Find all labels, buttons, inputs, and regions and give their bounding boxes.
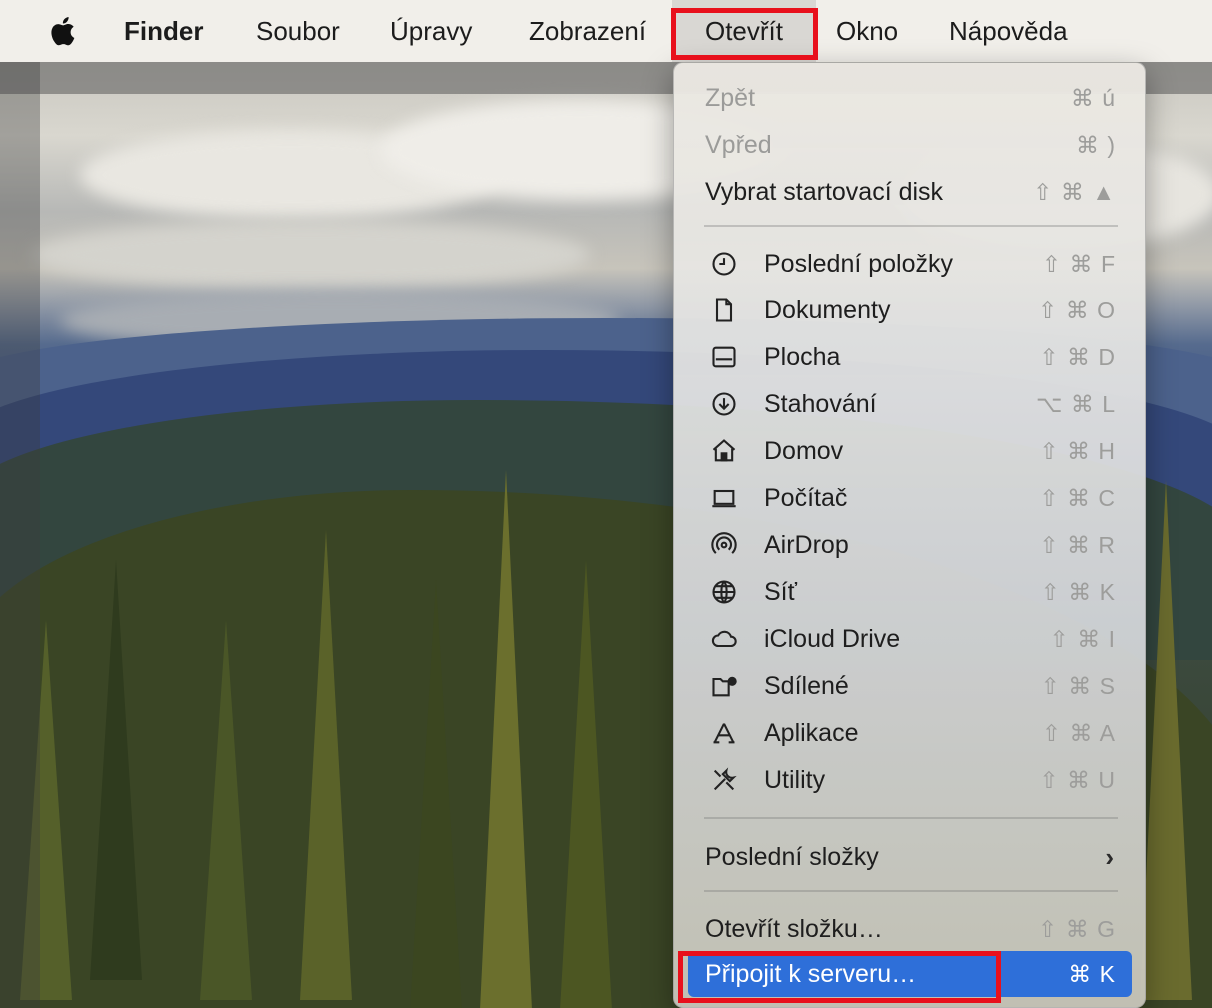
menu-item-label: Zpět	[705, 83, 756, 112]
airdrop-icon	[710, 531, 738, 559]
menu-item-documents[interactable]: Dokumenty ⇧ ⌘ O	[688, 287, 1132, 333]
menu-item-recents[interactable]: Poslední položky ⇧ ⌘ F	[688, 241, 1132, 287]
menu-item-shortcut: ⌥ ⌘ L	[1035, 390, 1116, 417]
menu-separator	[704, 890, 1118, 892]
menu-item-shortcut: ⇧ ⌘ A	[1041, 719, 1116, 746]
laptop-icon	[710, 484, 738, 512]
menu-item-connect-to-server[interactable]: Připojit k serveru… ⌘ K	[688, 951, 1132, 997]
chevron-right-icon: ›	[1105, 841, 1114, 872]
menu-item-shortcut: ⌘ )	[1075, 131, 1116, 158]
menu-item-label: AirDrop	[764, 530, 849, 559]
menu-item-label: Utility	[764, 765, 826, 794]
menu-item-label: Otevřít složku…	[705, 914, 883, 943]
applications-icon	[710, 719, 738, 747]
menu-view[interactable]: Zobrazení	[529, 0, 646, 62]
menu-item-home[interactable]: Domov ⇧ ⌘ H	[688, 428, 1132, 474]
menu-finder[interactable]: Finder	[124, 0, 203, 62]
menu-item-shared[interactable]: Sdílené ⇧ ⌘ S	[688, 663, 1132, 709]
menu-item-applications[interactable]: Aplikace ⇧ ⌘ A	[688, 710, 1132, 756]
menu-item-shortcut: ⇧ ⌘ ▲	[1033, 178, 1116, 205]
menu-item-label: Dokumenty	[764, 295, 891, 324]
desktop-icon	[710, 343, 738, 371]
menu-item-go-to-folder[interactable]: Otevřít složku… ⇧ ⌘ G	[688, 906, 1132, 952]
menu-item-shortcut: ⇧ ⌘ U	[1039, 766, 1116, 793]
document-icon	[710, 296, 738, 324]
menu-item-network[interactable]: Síť ⇧ ⌘ K	[688, 569, 1132, 615]
menu-item-utilities[interactable]: Utility ⇧ ⌘ U	[688, 757, 1132, 803]
menu-item-airdrop[interactable]: AirDrop ⇧ ⌘ R	[688, 522, 1132, 568]
menu-item-computer[interactable]: Počítač ⇧ ⌘ C	[688, 475, 1132, 521]
menu-go[interactable]: Otevřít	[672, 0, 816, 62]
cloud-icon	[710, 625, 738, 653]
menu-item-downloads[interactable]: Stahování ⌥ ⌘ L	[688, 381, 1132, 427]
menu-item-shortcut: ⇧ ⌘ G	[1038, 915, 1116, 942]
menu-item-label: Stahování	[764, 389, 877, 418]
menu-item-shortcut: ⌘ ú	[1070, 84, 1116, 111]
menu-window[interactable]: Okno	[836, 0, 898, 62]
home-icon	[710, 437, 738, 465]
menu-item-label: Poslední složky	[705, 842, 879, 871]
go-menu-dropdown: Zpět ⌘ ú Vpřed ⌘ ) Vybrat startovací dis…	[673, 62, 1146, 1008]
menu-item-label: Sdílené	[764, 671, 849, 700]
menu-item-shortcut: ⌘ K	[1068, 960, 1116, 987]
clock-icon	[710, 250, 738, 278]
menu-item-startup-disk[interactable]: Vybrat startovací disk ⇧ ⌘ ▲	[688, 169, 1132, 215]
network-globe-icon	[710, 578, 738, 606]
menu-item-label: Domov	[764, 436, 844, 465]
menu-item-label: iCloud Drive	[764, 624, 901, 653]
menu-item-label: Síť	[764, 577, 797, 606]
menu-item-shortcut: ⇧ ⌘ O	[1038, 296, 1116, 323]
menu-item-label: Vpřed	[705, 130, 772, 159]
menu-separator	[704, 225, 1118, 227]
menu-item-label: Počítač	[764, 483, 848, 512]
menu-item-recent-folders[interactable]: Poslední složky ›	[688, 834, 1132, 880]
menu-item-label: Vybrat startovací disk	[705, 177, 944, 206]
window-shadow-left	[0, 60, 40, 1008]
menu-file[interactable]: Soubor	[256, 0, 340, 62]
apple-logo-icon[interactable]	[48, 0, 78, 62]
menu-item-shortcut: ⇧ ⌘ H	[1039, 437, 1116, 464]
menu-item-shortcut: ⇧ ⌘ R	[1039, 531, 1116, 558]
menu-item-label: Plocha	[764, 342, 841, 371]
menu-item-shortcut: ⇧ ⌘ D	[1039, 343, 1116, 370]
menu-edit[interactable]: Úpravy	[390, 0, 472, 62]
menu-item-shortcut: ⇧ ⌘ K	[1040, 578, 1116, 605]
utilities-tools-icon	[710, 766, 738, 794]
menu-item-label: Poslední položky	[764, 249, 954, 278]
menu-item-forward[interactable]: Vpřed ⌘ )	[688, 122, 1132, 168]
menu-item-shortcut: ⇧ ⌘ I	[1049, 625, 1116, 652]
menu-item-label: Připojit k serveru…	[705, 959, 917, 988]
menu-item-icloud-drive[interactable]: iCloud Drive ⇧ ⌘ I	[688, 616, 1132, 662]
menu-item-label: Aplikace	[764, 718, 859, 747]
shared-folder-icon	[710, 672, 738, 700]
menu-item-back[interactable]: Zpět ⌘ ú	[688, 75, 1132, 121]
menu-item-shortcut: ⇧ ⌘ C	[1039, 484, 1116, 511]
download-icon	[710, 390, 738, 418]
menu-bar: Finder Soubor Úpravy Zobrazení Otevřít O…	[0, 0, 1212, 62]
menu-help[interactable]: Nápověda	[949, 0, 1068, 62]
menu-item-shortcut: ⇧ ⌘ S	[1040, 672, 1116, 699]
menu-item-shortcut: ⇧ ⌘ F	[1041, 250, 1116, 277]
menu-item-desktop[interactable]: Plocha ⇧ ⌘ D	[688, 334, 1132, 380]
menu-separator	[704, 817, 1118, 819]
